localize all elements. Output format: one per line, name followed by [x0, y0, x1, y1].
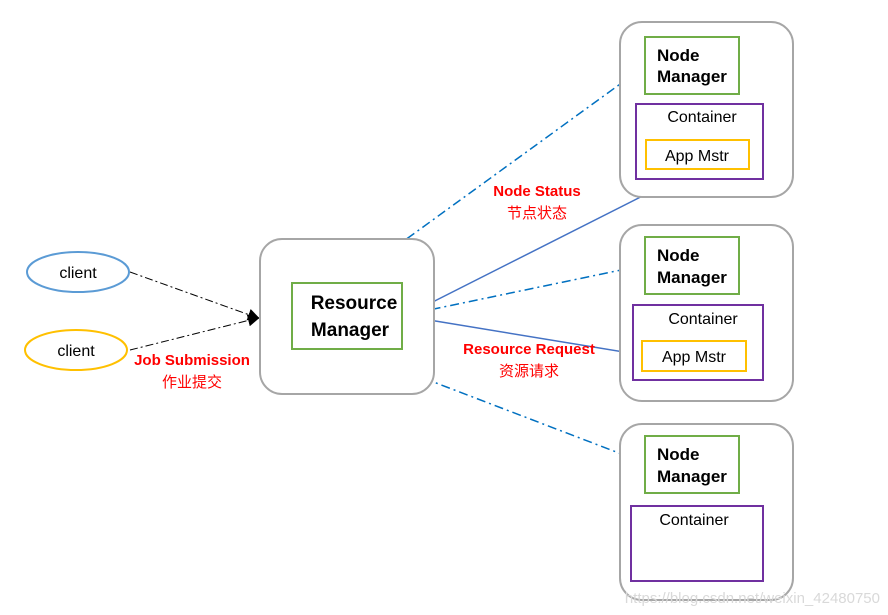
job-submission-line-1	[129, 271, 260, 321]
job-submission-label: Job Submission	[134, 352, 250, 369]
node-2[interactable]: Node Manager Container App Mstr	[619, 224, 794, 402]
resource-manager-node[interactable]: Resource Manager	[259, 238, 435, 395]
resource-request-label-cn: 资源请求	[499, 363, 559, 380]
node-manager-1-line1: Node	[657, 46, 700, 65]
app-master-2-label: App Mstr	[662, 349, 727, 366]
node-manager-3-line2: Manager	[657, 467, 727, 486]
node-manager-3-line1: Node	[657, 445, 700, 464]
yarn-architecture-diagram: client client Resource Manager Node Mana…	[24, 21, 880, 607]
node-1[interactable]: Node Manager Container App Mstr	[619, 21, 794, 198]
resource-request-label: Resource Request	[463, 341, 595, 358]
job-submission-label-cn: 作业提交	[162, 373, 222, 391]
app-master-1-label: App Mstr	[665, 148, 730, 165]
watermark: https://blog.csdn.net/weixin_42480750	[625, 590, 880, 607]
client-2[interactable]: client	[24, 329, 128, 371]
node-manager-2-line2: Manager	[657, 268, 727, 287]
resource-manager-line2: Manager	[311, 320, 390, 341]
node-manager-1-line2: Manager	[657, 67, 727, 86]
job-submission-line-2	[129, 314, 260, 351]
client-1[interactable]: client	[26, 251, 130, 293]
node-status-label: Node Status	[493, 183, 581, 200]
node-status-label-cn: 节点状态	[507, 205, 567, 222]
client-1-label: client	[59, 265, 97, 282]
container-1-label: Container	[667, 109, 737, 126]
container-3-label: Container	[659, 512, 729, 529]
resource-manager-line1: Resource	[311, 293, 398, 314]
client-2-label: client	[57, 343, 95, 360]
container-2-label: Container	[668, 311, 738, 328]
node-status-line-2	[403, 264, 646, 319]
node-manager-2-line1: Node	[657, 246, 700, 265]
node-3[interactable]: Node Manager Container	[619, 423, 794, 601]
